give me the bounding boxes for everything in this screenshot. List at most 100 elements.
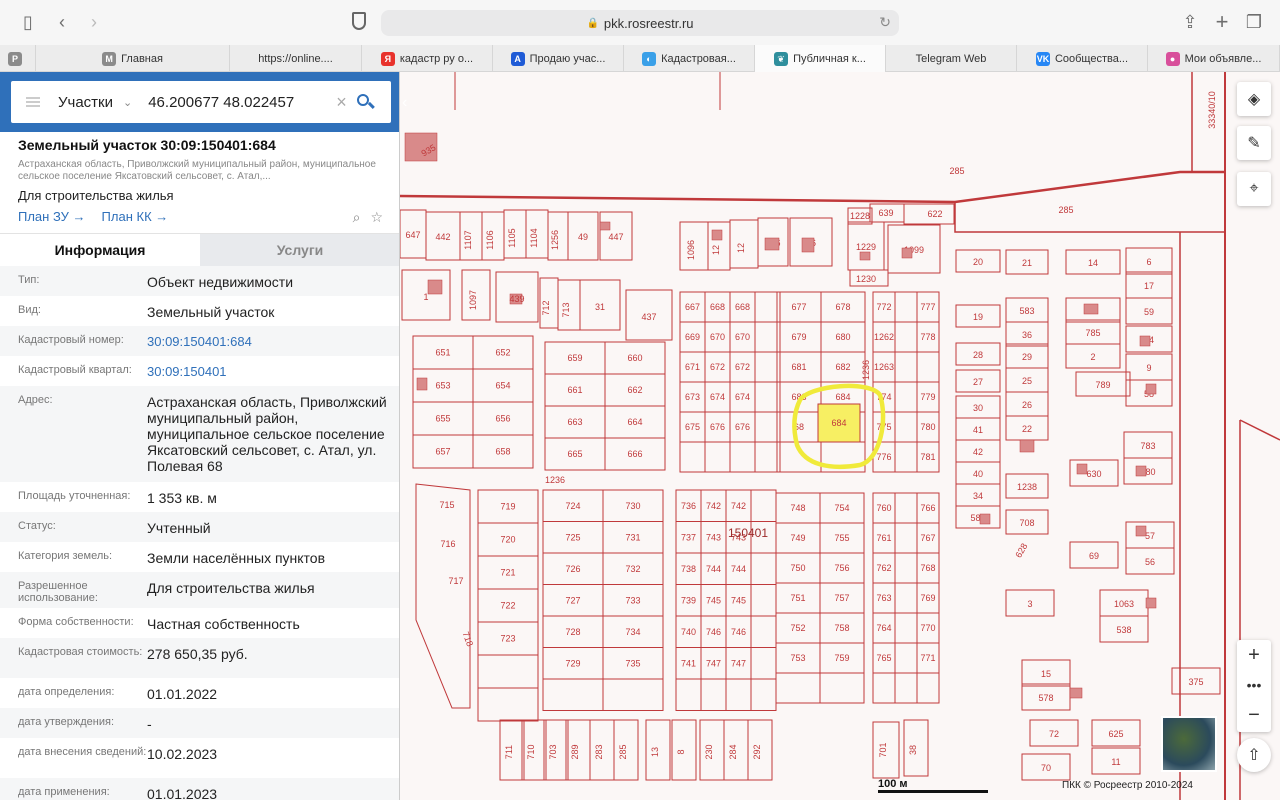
parcel-label: 1104 (529, 228, 539, 247)
attribute-link[interactable]: 30:09:150401:684 (147, 334, 252, 350)
object-address: Астраханская область, Приволжский муници… (18, 159, 376, 182)
basemap-thumbnail[interactable] (1161, 716, 1217, 772)
building (427, 279, 443, 295)
parcel-label: 711 (504, 745, 514, 759)
more-icon[interactable]: ••• (1237, 670, 1271, 700)
parcel-label: 765 (876, 653, 891, 663)
attribute-key: Форма собственности: (18, 616, 134, 628)
parcel-label: 19 (973, 312, 983, 322)
browser-tab[interactable]: https://online.... (230, 45, 362, 72)
tab-label: Продаю учас... (529, 52, 606, 65)
building (801, 237, 815, 253)
parcel-label: 713 (561, 302, 571, 317)
new-tab-icon[interactable]: + (1210, 10, 1234, 34)
tab-label: Главная (121, 52, 163, 65)
parcel (894, 552, 918, 584)
browser-tab[interactable]: VK Сообщества... (1017, 45, 1148, 72)
browser-tab[interactable]: Telegram Web (886, 45, 1017, 72)
parcel-label: 442 (435, 232, 450, 242)
search-document-icon[interactable]: ⌕ (353, 209, 361, 226)
address-url: pkk.rosreestr.ru (603, 15, 694, 31)
map-canvas[interactable]: 28528533340/10935647 442 1107 1106 1105 1104 1… (400, 72, 1280, 800)
parcel-label: 639 (878, 208, 893, 218)
parcel-label: 672 (735, 362, 750, 372)
parcel-label: 715 (439, 500, 454, 510)
browser-tab[interactable]: M Главная (36, 45, 230, 72)
building (711, 229, 723, 241)
forward-icon[interactable]: › (82, 10, 106, 34)
attribute-row: Категория земель: Земли населённых пункто… (0, 542, 399, 572)
browser-tab[interactable]: ● Мои объявле... (1148, 45, 1280, 72)
menu-icon[interactable] (26, 97, 40, 107)
parcel-label: 625 (1108, 729, 1123, 739)
parcel-label: 751 (790, 593, 805, 603)
collapse-panel-icon[interactable]: ‹ (402, 94, 407, 112)
share-icon[interactable]: ⇪ (1178, 10, 1202, 34)
attribute-key: Адрес: (18, 394, 53, 406)
plan-zu-link[interactable]: План ЗУ → (18, 209, 86, 224)
plan-kk-link[interactable]: План КК → (102, 209, 169, 224)
browser-tab[interactable]: A Продаю учас... (493, 45, 624, 72)
parcel-label: 734 (625, 627, 640, 637)
clear-icon[interactable]: × (336, 92, 347, 113)
parcel (754, 441, 781, 473)
search-icon[interactable] (355, 92, 375, 112)
attribute-key: Категория земель: (18, 550, 113, 562)
parcel-label: 741 (681, 658, 696, 668)
search-input[interactable]: 46.200677 48.022457 (148, 94, 328, 111)
zoom-control: + ••• − (1237, 640, 1271, 732)
parcel-label: 732 (625, 564, 640, 574)
tab-information[interactable]: Информация (0, 234, 200, 266)
parcel (894, 492, 918, 524)
parcel-label: 70 (1041, 763, 1051, 773)
attribute-key: Площадь уточненная: (18, 490, 131, 502)
sidebar-toggle-icon[interactable]: ▯ (16, 10, 40, 34)
building (599, 221, 611, 231)
parcel-label: 742 (731, 501, 746, 511)
attribute-key: дата определения: (18, 686, 115, 698)
parcel-label: 1 (423, 292, 428, 302)
parcel-label: 285 (618, 744, 628, 759)
browser-tab[interactable]: Якадастр ру о... (362, 45, 493, 72)
parcel-label: 20 (973, 257, 983, 267)
layers-icon[interactable]: ◈ (1237, 82, 1271, 116)
privacy-shield-icon[interactable] (352, 12, 366, 30)
cadastral-map[interactable]: 285 285 33340/10 935 647 442 1107 1106 1105 1104 1… (400, 72, 1280, 800)
tab-label: Сообщества... (1054, 52, 1129, 65)
attribute-link[interactable]: 30:09:150401 (147, 364, 227, 380)
address-bar[interactable]: 🔒 pkk.rosreestr.ru ↻ (381, 10, 899, 36)
parcel (775, 672, 821, 704)
parcel-label: 660 (627, 353, 642, 363)
star-icon[interactable]: ☆ (370, 209, 383, 226)
attribute-key: Кадастровый квартал: (18, 364, 132, 376)
compass-icon[interactable]: ⇧ (1237, 738, 1271, 772)
parcel-label: 678 (835, 302, 850, 312)
locate-icon[interactable]: ⌖ (1237, 172, 1271, 206)
ruler-icon[interactable]: ✎ (1237, 126, 1271, 160)
zoom-in-button[interactable]: + (1237, 640, 1271, 670)
parcel-label: 736 (681, 501, 696, 511)
attribute-value: Учтенный (147, 520, 211, 536)
search-box: Участки ⌄ 46.200677 48.022457 × (11, 81, 391, 123)
reload-icon[interactable]: ↻ (879, 14, 891, 31)
zoom-out-button[interactable]: − (1237, 700, 1271, 730)
parcel-label: 733 (625, 595, 640, 605)
parcel (894, 321, 918, 353)
parcel (750, 489, 777, 522)
browser-tab[interactable]: ◐ Кадастровая... (624, 45, 755, 72)
parcel-label: 14 (1088, 258, 1098, 268)
back-icon[interactable]: ‹ (50, 10, 74, 34)
parcel (916, 672, 940, 704)
tab-overview-icon[interactable]: ❐ (1242, 10, 1266, 34)
quarter-label: 150401 (728, 526, 768, 540)
browser-tab[interactable]: ❦ Публичная к... (755, 45, 886, 72)
parcel-label: 59 (1144, 307, 1154, 317)
tab-services[interactable]: Услуги (200, 234, 399, 266)
tab-favicon-icon: Я (380, 51, 395, 66)
attribute-row: дата утверждения: - (0, 708, 399, 738)
browser-tab[interactable]: P (0, 45, 36, 72)
attribute-value: 01.01.2023 (147, 786, 218, 800)
search-type-select[interactable]: Участки ⌄ (58, 94, 132, 111)
parcel-label: 666 (627, 449, 642, 459)
parcel-label: 1107 (463, 230, 473, 249)
